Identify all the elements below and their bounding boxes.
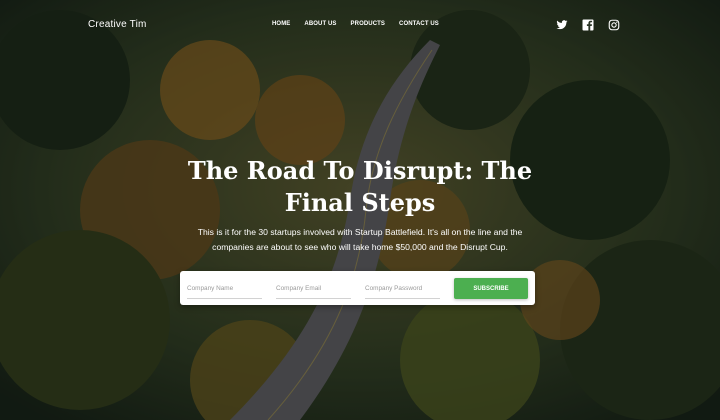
twitter-icon[interactable] (556, 19, 568, 31)
subscribe-button[interactable]: SUBSCRIBE (454, 278, 528, 299)
social-links (556, 19, 620, 31)
navbar: Creative Tim HOME ABOUT US PRODUCTS CONT… (0, 0, 720, 52)
nav-link-products[interactable]: PRODUCTS (351, 21, 385, 27)
brand-link[interactable]: Creative Tim (88, 19, 147, 30)
hero-section: Creative Tim HOME ABOUT US PRODUCTS CONT… (0, 0, 720, 420)
nav-link-about-us[interactable]: ABOUT US (304, 21, 336, 27)
subscribe-form: SUBSCRIBE (180, 271, 535, 305)
company-name-input[interactable] (187, 281, 262, 299)
instagram-icon[interactable] (608, 19, 620, 31)
company-email-input[interactable] (276, 281, 351, 299)
facebook-icon[interactable] (582, 19, 594, 31)
nav-links: HOME ABOUT US PRODUCTS CONTACT US (272, 21, 453, 27)
hero-title: The Road To Disrupt: The Final Steps (187, 156, 533, 217)
company-password-input[interactable] (365, 281, 440, 299)
nav-link-home[interactable]: HOME (272, 21, 290, 27)
nav-link-contact-us[interactable]: CONTACT US (399, 21, 439, 27)
hero-subtitle: This is it for the 30 startups involved … (197, 227, 523, 252)
